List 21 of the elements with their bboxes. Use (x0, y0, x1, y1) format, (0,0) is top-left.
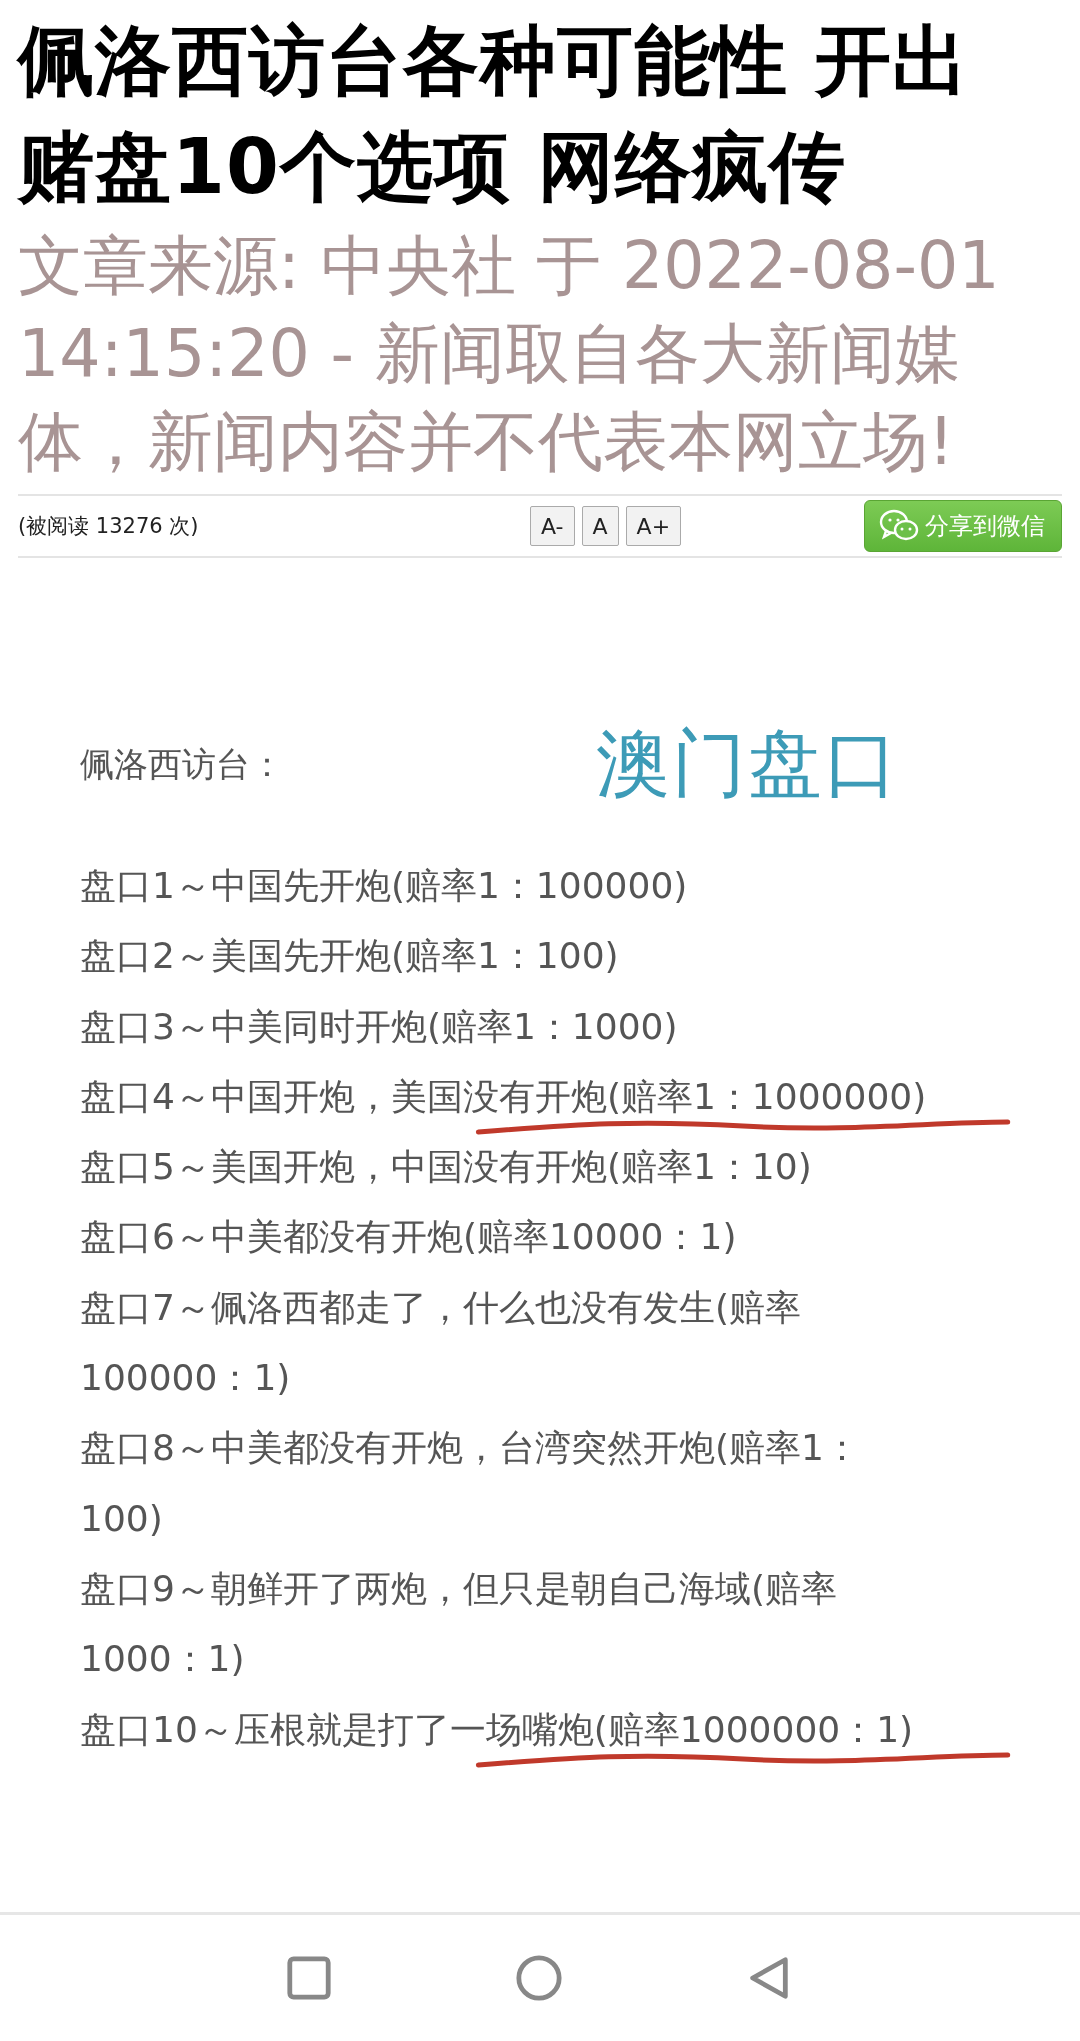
betting-option: 盘口6～中美都没有开炮(赔率10000：1) (80, 1216, 737, 1258)
image-heading: 佩洛西访台： (80, 742, 285, 786)
font-size-button[interactable]: A+ (625, 506, 682, 546)
betting-option: 盘口3～中美同时开炮(赔率1：1000) (80, 1005, 678, 1047)
betting-option: 盘口5～美国开炮，中国没有开炮(赔率1：10) (80, 1146, 812, 1188)
font-size-button[interactable]: A- (530, 506, 575, 546)
square-nav-icon[interactable] (285, 1954, 333, 2002)
betting-option: 盘口9～朝鲜开了两炮，但只是朝自己海域(赔率 1000：1) (80, 1567, 837, 1680)
betting-option: 盘口8～中美都没有开炮，台湾突然开炮(赔率1： 100) (80, 1427, 860, 1539)
font-size-button[interactable]: A (581, 506, 619, 546)
article-source: 文章来源: 中央社 于 2022-08-01 14:15:20 - 新闻取自各大新闻媒体，新闻内容并不代表本网立场! (18, 227, 1001, 481)
chat-bubbles-icon (879, 509, 919, 543)
article-title: 佩洛西访台各种可能性 开出赌盘10个选项 网络疯传 (18, 15, 971, 213)
image-stamp-text: 澳门盘口 (596, 718, 900, 808)
betting-option: 盘口4～中国开炮，美国没有开炮(赔率1：1000000) (80, 1075, 927, 1117)
betting-option: 盘口2～美国先开炮(赔率1：100) (80, 935, 619, 977)
betting-option: 盘口10～压根就是打了一场嘴炮(赔率1000000：1) (80, 1708, 914, 1750)
betting-option: 盘口7～佩洛西都走了，什么也没有发生(赔率 100000：1) (80, 1286, 801, 1399)
betting-option: 盘口1～中国先开炮(赔率1：100000) (80, 865, 688, 906)
home-circle-icon[interactable] (515, 1954, 563, 2002)
view-count: (被阅读 13276 次) (18, 513, 200, 540)
